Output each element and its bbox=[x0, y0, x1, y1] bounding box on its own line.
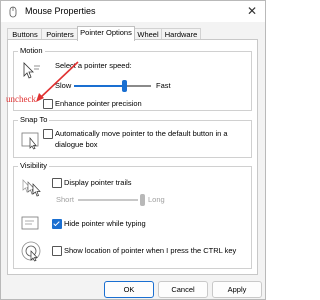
annotation-arrow-icon bbox=[36, 61, 79, 102]
speed-track bbox=[127, 85, 151, 87]
snap-to-label-line2[interactable]: dialogue box bbox=[55, 140, 98, 149]
hide-pointer-icon bbox=[21, 216, 39, 230]
hide-pointer-checkbox[interactable] bbox=[52, 219, 62, 229]
title-bar: Mouse Properties ✕ bbox=[1, 1, 265, 22]
snap-to-group: Snap To Automatically move pointer to th… bbox=[13, 115, 252, 158]
trails-slider-thumb[interactable] bbox=[140, 194, 145, 206]
speed-slider-thumb[interactable] bbox=[122, 80, 127, 92]
cancel-button[interactable]: Cancel bbox=[158, 281, 208, 298]
hide-pointer-label[interactable]: Hide pointer while typing bbox=[64, 219, 146, 228]
fast-label: Fast bbox=[156, 81, 171, 90]
pointer-trails-icon bbox=[22, 179, 41, 197]
visibility-group: Visibility Display pointer trails Short … bbox=[13, 161, 252, 269]
long-label: Long bbox=[148, 195, 165, 204]
apply-button[interactable]: Apply bbox=[212, 281, 262, 298]
pointer-trails-label[interactable]: Display pointer trails bbox=[64, 178, 132, 187]
close-icon[interactable]: ✕ bbox=[247, 4, 257, 18]
short-label: Short bbox=[56, 195, 74, 204]
trails-track bbox=[78, 199, 138, 201]
snap-to-checkbox[interactable] bbox=[43, 129, 53, 139]
window-title: Mouse Properties bbox=[25, 6, 96, 16]
show-location-checkbox[interactable] bbox=[52, 246, 62, 256]
mouse-icon bbox=[9, 6, 17, 18]
pointer-trails-checkbox[interactable] bbox=[52, 178, 62, 188]
ok-button[interactable]: OK bbox=[104, 281, 154, 298]
show-location-icon bbox=[21, 241, 41, 262]
visibility-group-label: Visibility bbox=[18, 161, 49, 170]
snap-to-label-line1[interactable]: Automatically move pointer to the defaul… bbox=[55, 129, 228, 138]
show-location-label[interactable]: Show location of pointer when I press th… bbox=[64, 246, 236, 255]
mouse-properties-window: Mouse Properties ✕ Buttons Pointers Poin… bbox=[0, 0, 266, 300]
snap-to-group-label: Snap To bbox=[18, 115, 50, 124]
motion-group-label: Motion bbox=[18, 46, 45, 55]
snap-to-icon bbox=[21, 132, 39, 150]
tab-pointer-options[interactable]: Pointer Options bbox=[77, 26, 135, 41]
